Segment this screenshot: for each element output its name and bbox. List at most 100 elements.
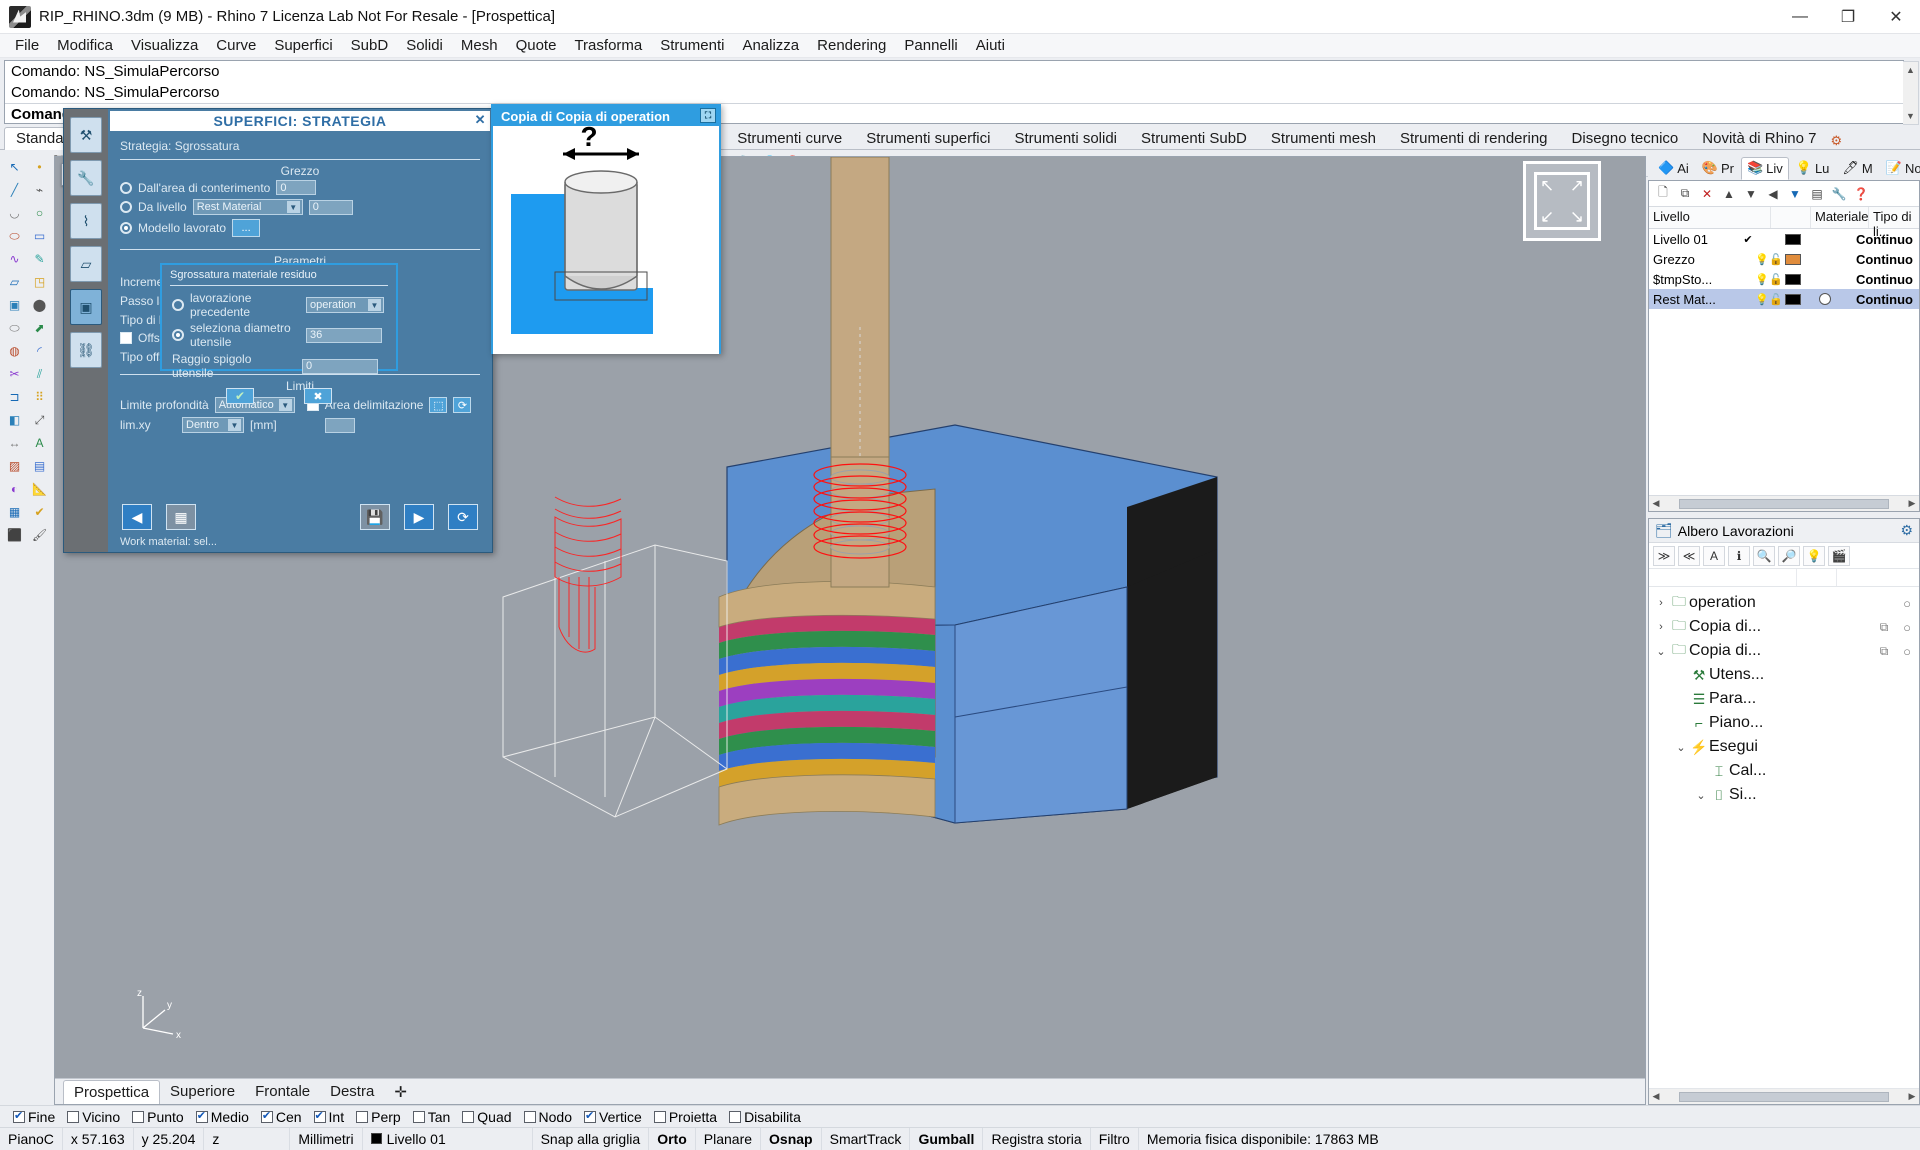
select-previous-operation[interactable]: operation ▼	[306, 297, 384, 313]
link-icon[interactable]: ⛓	[70, 332, 102, 368]
layer-row[interactable]: $tmpSto... 💡 🔓 Continuo	[1649, 269, 1919, 289]
tree-item[interactable]: ⌶ Cal...	[1649, 759, 1919, 783]
close-icon[interactable]: ✕	[475, 112, 486, 128]
checkbox-vertice[interactable]	[584, 1109, 596, 1123]
menu-item-analizza[interactable]: Analizza	[733, 35, 808, 56]
cylinder-icon[interactable]: ⬭	[3, 317, 27, 339]
toggle-snapallagriglia[interactable]: Snap alla griglia	[533, 1127, 650, 1150]
tree-item[interactable]: ⌐ Piano...	[1649, 711, 1919, 735]
panel-tab-not[interactable]: 📝Not...	[1880, 157, 1920, 180]
scrollbar-thumb[interactable]	[1679, 498, 1889, 509]
layer-color-swatch[interactable]	[1785, 293, 1801, 305]
expand-toggle-icon[interactable]: ⌄	[1653, 645, 1669, 658]
check-icon[interactable]: ✔	[28, 501, 52, 523]
text-icon[interactable]: A	[28, 432, 52, 454]
toolbar-tab-strumenti-subd[interactable]: Strumenti SubD	[1129, 127, 1259, 150]
checkbox-quad[interactable]	[462, 1110, 475, 1123]
layer-color-swatch[interactable]	[1785, 233, 1801, 245]
osnap-vicino[interactable]: Vicino	[62, 1109, 125, 1125]
viewport-tab-destra[interactable]: Destra	[320, 1080, 384, 1103]
tree-item[interactable]: ⌄ 🗀 Copia di... ⧉ ○	[1649, 639, 1919, 663]
toggle-registrastoria[interactable]: Registra storia	[983, 1127, 1091, 1150]
menu-item-curve[interactable]: Curve	[207, 35, 265, 56]
toolbar-tab-strumenti-solidi[interactable]: Strumenti solidi	[1002, 127, 1129, 150]
checkbox-tan[interactable]	[412, 1110, 425, 1123]
radio-from-layer[interactable]	[120, 201, 132, 213]
osnap-disabilita[interactable]: Disabilita	[724, 1109, 806, 1125]
minimize-button[interactable]: —	[1776, 0, 1824, 34]
toggle-smarttrack[interactable]: SmartTrack	[822, 1127, 911, 1150]
split-icon[interactable]: ⫽	[28, 363, 52, 385]
tree-item[interactable]: › 🗀 Copia di... ⧉ ○	[1649, 615, 1919, 639]
checkbox-punto[interactable]	[132, 1110, 145, 1123]
menu-item-superfici[interactable]: Superfici	[265, 35, 341, 56]
strategy-icon[interactable]: ⌇	[70, 203, 102, 239]
array-icon[interactable]: ⠿	[28, 386, 52, 408]
lock-icon[interactable]: 🔓	[1769, 273, 1783, 286]
radio-previous-operation[interactable]	[172, 299, 184, 311]
toolbar-tab-strumenti-curve[interactable]: Strumenti curve	[725, 127, 854, 150]
layer-row[interactable]: Rest Mat... 💡 🔓 Continuo	[1649, 289, 1919, 309]
tree-tool-bulbicon[interactable]: 💡	[1803, 545, 1825, 566]
menu-item-trasforma[interactable]: Trasforma	[565, 35, 651, 56]
menu-item-quote[interactable]: Quote	[507, 35, 566, 56]
toggle-filtro[interactable]: Filtro	[1091, 1127, 1139, 1150]
refresh-button[interactable]: ⟳	[448, 504, 478, 530]
extrude-icon[interactable]: ⬈	[28, 317, 52, 339]
ok-button[interactable]: ✔	[226, 388, 254, 404]
scrollbar-thumb[interactable]	[1679, 1091, 1889, 1102]
expand-toggle-icon[interactable]: ⌄	[1693, 789, 1709, 802]
osnap-cen[interactable]: Cen	[256, 1109, 307, 1125]
field-layer-value[interactable]: 0	[308, 199, 353, 215]
panel-tab-lu[interactable]: 💡 Lu	[1790, 157, 1836, 180]
box-icon[interactable]: ▣	[3, 294, 27, 316]
osnap-int[interactable]: Int	[309, 1109, 350, 1125]
status-cplane[interactable]: PianoC	[0, 1127, 63, 1150]
layer-material-swatch[interactable]	[1803, 293, 1847, 305]
scale-icon[interactable]: ⤢	[28, 409, 52, 431]
layers-horizontal-scrollbar[interactable]: ◀ ▶	[1649, 495, 1919, 511]
maximize-button[interactable]: ❐	[1824, 0, 1872, 34]
browse-button[interactable]: ...	[232, 219, 261, 237]
polyline-icon[interactable]: ⌁	[28, 179, 52, 201]
checkbox-medio[interactable]	[195, 1109, 208, 1123]
add-viewport-tab-icon[interactable]: ✛	[384, 1080, 417, 1104]
radio-tool-diameter[interactable]	[172, 329, 184, 341]
surface-icon[interactable]: ▱	[70, 246, 102, 282]
checkbox-vicino[interactable]	[67, 1110, 80, 1123]
visibility-bulb-icon[interactable]: 💡	[1755, 273, 1769, 286]
status-units[interactable]: Millimetri	[290, 1127, 363, 1150]
copy-operation-dialog[interactable]: Copia di Copia di operation ⛶ ?	[491, 104, 721, 354]
boolean-union-icon[interactable]: ◍	[3, 340, 27, 362]
tree-item-state-icon[interactable]: ○	[1895, 620, 1919, 635]
viewport-tab-prospettica[interactable]: Prospettica	[63, 1079, 161, 1104]
checkbox-fine[interactable]	[13, 1109, 25, 1123]
osnap-tan[interactable]: Tan	[408, 1109, 456, 1125]
menu-item-pannelli[interactable]: Pannelli	[895, 35, 966, 56]
menu-item-strumenti[interactable]: Strumenti	[651, 35, 733, 56]
status-layer[interactable]: Livello 01	[363, 1127, 533, 1150]
scroll-right-icon[interactable]: ▶	[1905, 498, 1919, 509]
expand-toggle-icon[interactable]: ⌄	[1673, 741, 1689, 754]
scroll-down-icon[interactable]: ▼	[1903, 108, 1918, 124]
move-down-icon[interactable]: ▼	[1741, 184, 1761, 204]
tree-tool-zoominicon[interactable]: 🔍	[1753, 545, 1775, 566]
point-icon[interactable]: •	[28, 156, 52, 178]
tree-horizontal-scrollbar[interactable]: ◀ ▶	[1649, 1088, 1919, 1104]
loft-icon[interactable]: ◳	[28, 271, 52, 293]
new-layer-icon[interactable]: 🗋	[1653, 184, 1673, 204]
toggle-planare[interactable]: Planare	[696, 1127, 762, 1150]
rest-material-dialog[interactable]: Sgrossatura materiale residuo lavorazion…	[160, 263, 398, 404]
block-icon[interactable]: ⬛	[3, 524, 27, 546]
freeform-icon[interactable]: ✎	[28, 248, 52, 270]
chevron-down-icon[interactable]: ▼	[368, 299, 381, 311]
checkbox-proietta[interactable]	[653, 1110, 666, 1123]
osnap-proietta[interactable]: Proietta	[649, 1109, 722, 1125]
chevron-down-icon[interactable]: ▼	[228, 419, 241, 431]
menu-item-solidi[interactable]: Solidi	[397, 35, 452, 56]
delete-layer-icon[interactable]: ✕	[1697, 184, 1717, 204]
copy-layer-icon[interactable]: ⧉	[1675, 184, 1695, 204]
tree-item-check-icon[interactable]: ⧉	[1873, 644, 1895, 659]
panel-tab-ai[interactable]: 🔷 Ai	[1652, 157, 1695, 180]
menu-item-aiuti[interactable]: Aiuti	[967, 35, 1014, 56]
